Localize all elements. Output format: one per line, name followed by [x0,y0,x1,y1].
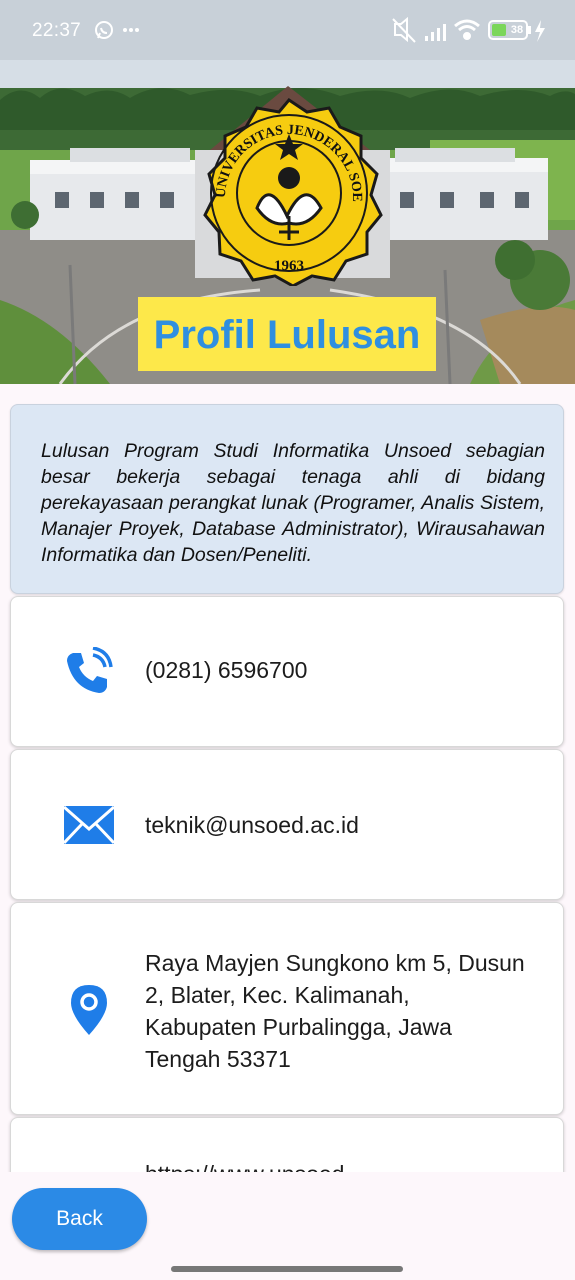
description-card: Lulusan Program Studi Informatika Unsoed… [10,404,564,594]
email-card[interactable]: teknik@unsoed.ac.id [10,749,564,900]
header-banner: 22:37 38 UNIVERSITAS JENDERAL SOE 1963 P… [0,0,575,384]
phone-icon [67,647,113,693]
mail-icon [63,805,115,845]
logo-year: 1963 [274,258,304,274]
status-time: 22:37 [32,20,82,41]
wifi-icon [454,19,480,40]
status-icons-left [94,18,148,48]
phone-card[interactable]: (0281) 6596700 [10,596,564,747]
location-pin-icon [71,985,107,1035]
website-card[interactable]: https://www.unsoed... [10,1117,564,1172]
address-card[interactable]: Raya Mayjen Sungkono km 5, Dusun 2, Blat… [10,902,564,1115]
signal-icon [425,24,446,41]
more-icon [123,28,139,32]
title-box: Profil Lulusan [138,297,436,371]
content-scroll[interactable]: Lulusan Program Studi Informatika Unsoed… [0,384,575,1172]
whatsapp-icon [95,21,113,39]
status-bar: 22:37 38 [0,0,575,60]
home-indicator[interactable] [171,1266,403,1272]
back-button[interactable]: Back [12,1188,147,1250]
address-text: Raya Mayjen Sungkono km 5, Dusun 2, Blat… [145,950,525,1072]
page-title: Profil Lulusan [153,313,421,357]
bottom-bar: Back [0,1172,575,1280]
charging-icon [535,20,545,42]
mute-icon [392,16,416,43]
email-address: teknik@unsoed.ac.id [145,812,359,838]
phone-number: (0281) 6596700 [145,657,308,683]
university-logo: UNIVERSITAS JENDERAL SOEDIRMAN 1963 [195,98,383,286]
battery-level: 38 [510,24,524,36]
description-text: Lulusan Program Studi Informatika Unsoed… [41,440,545,566]
website-text: https://www.unsoed... [145,1158,364,1172]
